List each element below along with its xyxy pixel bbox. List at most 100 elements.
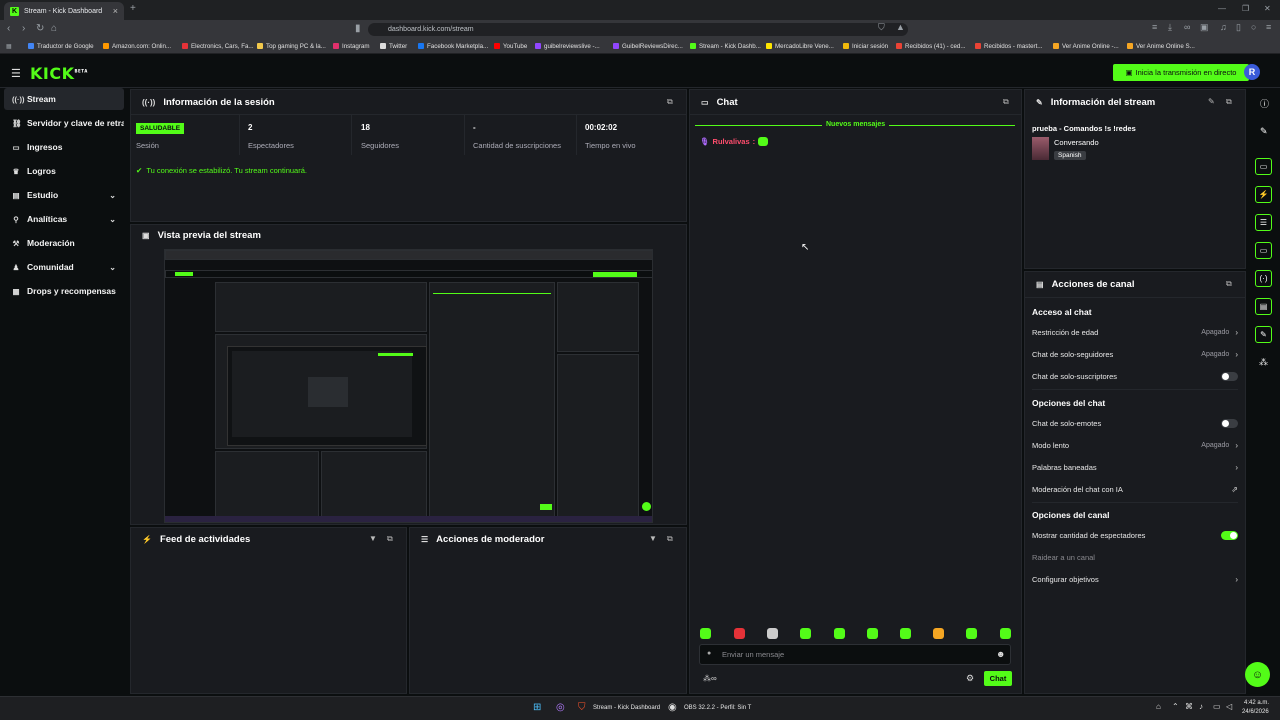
emote-icon[interactable] — [1000, 628, 1011, 639]
go-live-button[interactable]: ▣ Inicia la transmisión en directo — [1113, 64, 1249, 81]
tray-app-icon[interactable]: ⌘ — [1185, 702, 1193, 711]
info-icon[interactable]: ⓘ — [1260, 97, 1269, 110]
brave-shield-icon[interactable]: ⛉ — [878, 22, 885, 33]
rail-activity-button[interactable]: ⚡ — [1255, 186, 1272, 203]
subs-only-toggle[interactable] — [1221, 372, 1238, 381]
sidebar-item-studio[interactable]: ▤ Estudio ⌄ — [4, 184, 124, 206]
rail-chat-button[interactable]: ▭ — [1255, 242, 1272, 259]
warning-icon[interactable]: ▲ — [896, 22, 905, 32]
bookmark[interactable]: Iniciar sesión — [843, 43, 888, 50]
bookmark[interactable]: Traductor de Google — [28, 43, 94, 50]
show-viewers-toggle[interactable] — [1221, 531, 1238, 540]
help-chat-button[interactable]: ☺ — [1245, 662, 1270, 687]
popout-icon[interactable]: ⧉ — [667, 97, 673, 107]
apps-icon[interactable]: ▦ — [6, 43, 12, 50]
ai-moderation-row[interactable]: Moderación del chat con IA ⇗ — [1032, 485, 1238, 494]
bookmark[interactable]: Electronics, Cars, Fa... — [182, 43, 254, 50]
bookmark[interactable]: Stream - Kick Dashb... — [690, 43, 761, 50]
edit-pencil-icon[interactable]: ✎ — [1260, 126, 1268, 137]
bookmark[interactable]: GuibelReviewsDirec... — [613, 43, 683, 50]
windows-start-icon[interactable]: ⊞ — [533, 702, 541, 713]
emotes-only-toggle[interactable] — [1221, 419, 1238, 428]
cortana-icon[interactable]: ◎ — [556, 702, 565, 713]
emote-icon[interactable] — [900, 628, 911, 639]
chat-message-input[interactable]: Enviar un mensaje — [699, 644, 1011, 665]
points-icon[interactable]: ⁂∞ — [703, 674, 717, 683]
bookmark[interactable]: Recibidos (41) - ced... — [896, 43, 966, 50]
bookmark[interactable]: Amazon.com: Onlin... — [103, 43, 171, 50]
taskbar-date[interactable]: 24/6/2026 — [1242, 709, 1269, 715]
bookmark[interactable]: YouTube — [494, 43, 527, 50]
sidebar-item-analytics[interactable]: ⚲ Analíticas ⌄ — [4, 208, 124, 230]
obs-icon[interactable]: ◉ — [668, 702, 677, 713]
filter-icon[interactable]: ▼ — [369, 534, 377, 543]
rail-session-button[interactable]: (·) — [1255, 270, 1272, 287]
forward-icon[interactable]: › — [22, 23, 25, 34]
edit-pencil-icon[interactable]: ✎ — [1208, 97, 1215, 106]
bookmark[interactable]: Facebook Marketpla... — [418, 43, 488, 50]
popout-icon[interactable]: ⧉ — [1003, 97, 1009, 107]
rail-mod-button[interactable]: ☰ — [1255, 214, 1272, 231]
taskbar-time[interactable]: 4:42 a.m. — [1244, 700, 1269, 706]
rail-channel-button[interactable]: ▤ — [1255, 298, 1272, 315]
sidebar-item-stream[interactable]: ((·)) Stream — [4, 88, 124, 110]
bookmark[interactable]: guibelreviewslive -... — [535, 43, 600, 50]
emote-icon[interactable] — [966, 628, 977, 639]
browser-tab[interactable]: K Stream - Kick Dashboard × — [4, 2, 124, 20]
close-tab-icon[interactable]: × — [113, 6, 118, 16]
taskbar-item-browser[interactable]: Stream - Kick Dashboard — [593, 705, 660, 711]
new-tab-icon[interactable]: + — [130, 3, 136, 14]
bookmark[interactable]: Ver Anime Online -... — [1053, 43, 1119, 50]
send-chat-button[interactable]: Chat — [984, 671, 1012, 686]
gamepad-icon[interactable]: ⌂ — [1156, 702, 1161, 711]
wallet-icon[interactable]: ▣ — [1200, 22, 1209, 33]
hamburger-menu-icon[interactable]: ☰ — [11, 67, 21, 80]
popout-icon[interactable]: ⧉ — [667, 534, 673, 544]
emote-icon[interactable] — [834, 628, 845, 639]
vpn-icon[interactable]: ∞ — [1184, 22, 1190, 32]
avatar[interactable]: R — [1244, 64, 1260, 80]
bookmark[interactable]: Twitter — [380, 43, 407, 50]
bookmark[interactable]: Top gaming PC & la... — [257, 43, 326, 50]
kick-logo[interactable]: KICKBETA — [30, 64, 88, 83]
tray-chevron-icon[interactable]: ⌃ — [1172, 702, 1179, 711]
sidebar-item-achievements[interactable]: ♛ Logros — [4, 160, 124, 182]
reload-icon[interactable]: ↻ — [36, 23, 44, 34]
sidebar-item-community[interactable]: ♟ Comunidad ⌄ — [4, 256, 124, 278]
emote-icon[interactable] — [800, 628, 811, 639]
minimize-icon[interactable]: — — [1218, 4, 1226, 13]
filter-icon[interactable]: ▼ — [649, 534, 657, 543]
age-restriction-row[interactable]: Restricción de edad Apagado › — [1032, 328, 1238, 337]
bookmark[interactable]: Instagram — [333, 43, 370, 50]
back-icon[interactable]: ‹ — [7, 23, 10, 34]
volume-icon[interactable]: ◁ — [1226, 702, 1232, 711]
chat-username[interactable]: Rulvalivas — [713, 137, 750, 146]
stream-preview-video[interactable] — [164, 249, 653, 523]
downloads-icon[interactable]: ⤓ — [1168, 22, 1172, 33]
taskbar-item-obs[interactable]: OBS 32.2.2 - Perfil: Sin T — [684, 705, 751, 711]
sidebar-item-server-key[interactable]: ⛓ Servidor y clave de retransmisión — [4, 112, 124, 134]
slow-mode-row[interactable]: Modo lento Apagado › — [1032, 441, 1238, 450]
rail-info-button[interactable]: ✎ — [1255, 326, 1272, 343]
emote-icon[interactable] — [867, 628, 878, 639]
emote-icon[interactable] — [700, 628, 711, 639]
popout-icon[interactable]: ⧉ — [387, 534, 393, 544]
menu-tools-icon[interactable]: ≡ — [1152, 22, 1157, 32]
browser-menu-icon[interactable]: ≡ — [1266, 22, 1271, 32]
bookmark[interactable]: Ver Anime Online S... — [1127, 43, 1195, 50]
popout-icon[interactable]: ⧉ — [1226, 279, 1232, 289]
sidebar-item-drops[interactable]: ▦ Drops y recompensas — [4, 280, 124, 302]
add-widget-icon[interactable]: ⁂ — [1259, 357, 1268, 368]
banned-words-row[interactable]: Palabras baneadas › — [1032, 463, 1238, 472]
bookmark[interactable]: MercadoLibre Vene... — [766, 43, 834, 50]
rail-video-button[interactable]: ▭ — [1255, 158, 1272, 175]
sidebar-item-income[interactable]: ▭ Ingresos — [4, 136, 124, 158]
url-field[interactable]: dashboard.kick.com/stream — [368, 23, 908, 36]
followers-only-row[interactable]: Chat de solo-seguidores Apagado › — [1032, 350, 1238, 359]
emote-icon[interactable] — [734, 628, 745, 639]
home-icon[interactable]: ⌂ — [51, 23, 57, 34]
popout-icon[interactable]: ⧉ — [1226, 97, 1232, 107]
settings-gear-icon[interactable]: ⚙ — [966, 673, 974, 684]
emote-icon[interactable] — [767, 628, 778, 639]
bookmark-page-icon[interactable]: ▮ — [355, 23, 361, 34]
